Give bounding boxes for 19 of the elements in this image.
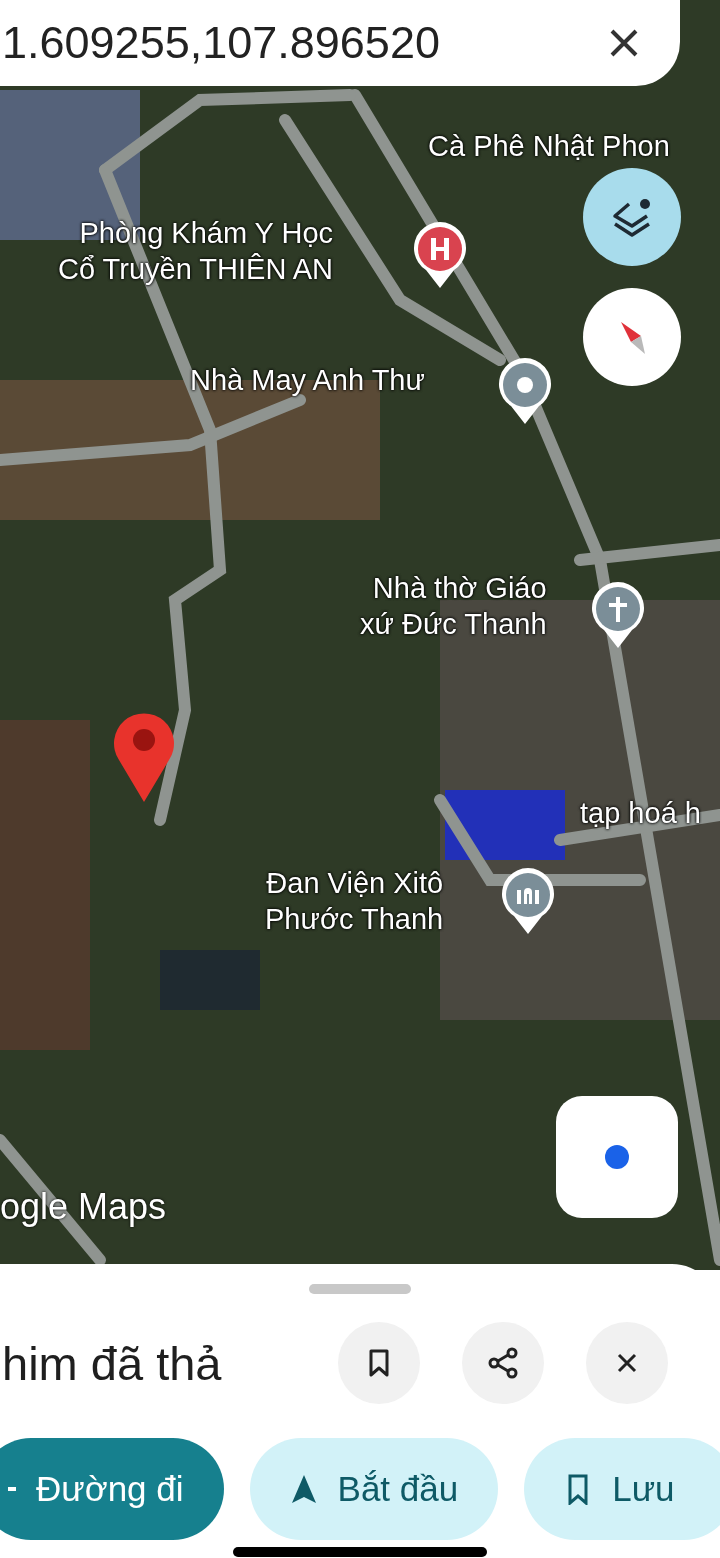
place-label[interactable]: Nhà thờ Giáo xứ Đức Thanh (360, 570, 547, 642)
cross-pin-icon[interactable] (590, 582, 646, 650)
drag-handle[interactable] (309, 1284, 411, 1294)
my-location-button[interactable] (556, 1096, 678, 1218)
maps-logo: ogle Maps (0, 1186, 167, 1228)
location-pin-icon[interactable] (497, 358, 553, 426)
action-button[interactable]: Lưu (524, 1438, 720, 1540)
action-button[interactable]: Bắt đầu (249, 1438, 499, 1540)
place-label[interactable]: Đan Viện Xitô Phước Thanh (265, 865, 444, 937)
navigation-arrow-icon (289, 1473, 318, 1505)
place-label[interactable]: Phòng Khám Y Học Cổ Truyền THIÊN AN (58, 215, 334, 287)
place-label[interactable]: Cà Phê Nhật Phon (428, 128, 670, 164)
search-field[interactable]: 1.609255,107.896520 (0, 0, 680, 86)
place-title: him đã thả (2, 1335, 222, 1391)
action-button[interactable]: Đường đi (0, 1438, 224, 1540)
location-dot-icon (602, 1142, 632, 1172)
hospital-pin-icon[interactable] (412, 222, 468, 290)
building-pin-icon[interactable] (500, 868, 556, 936)
place-label[interactable]: Nhà May Anh Thư (190, 362, 425, 398)
